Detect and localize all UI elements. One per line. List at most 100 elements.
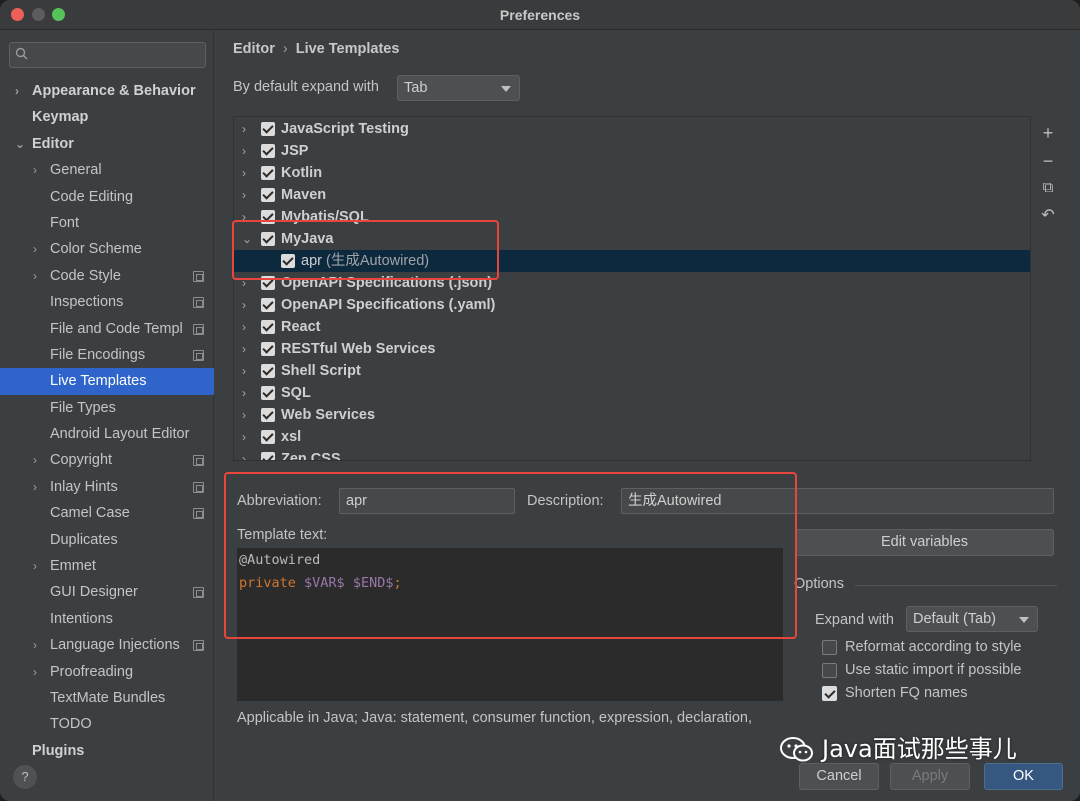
template-group-row[interactable]: › React [234,316,1030,338]
template-group-row[interactable]: › OpenAPI Specifications (.yaml) [234,294,1030,316]
chevron-right-icon[interactable]: › [242,140,246,162]
add-icon[interactable]: + [1039,124,1057,142]
enabled-checkbox[interactable] [261,166,275,180]
chevron-right-icon[interactable]: › [242,162,246,184]
sidebar-item-editor[interactable]: ⌄ Editor [0,131,214,157]
enabled-checkbox[interactable] [261,364,275,378]
chevron-right-icon[interactable]: › [242,360,246,382]
chevron-right-icon[interactable]: › [242,404,246,426]
chevron-right-icon[interactable]: › [242,272,246,294]
template-text-editor[interactable]: @Autowired private $VAR$ $END$; [237,548,783,701]
remove-icon[interactable]: − [1039,152,1057,170]
template-group-row[interactable]: › JSP [234,140,1030,162]
chevron-right-icon[interactable]: › [242,316,246,338]
sidebar-item-camel-case[interactable]: Camel Case [0,500,214,526]
sidebar-item-plugins[interactable]: Plugins [0,738,214,764]
copy-icon[interactable]: ⧉ [1039,179,1057,197]
option-checkbox[interactable] [822,663,837,678]
enabled-checkbox[interactable] [261,386,275,400]
template-group-row[interactable]: › Shell Script [234,360,1030,382]
sidebar-item-emmet[interactable]: › Emmet [0,553,214,579]
chevron-right-icon[interactable]: › [242,294,246,316]
chevron-right-icon[interactable]: › [242,448,246,460]
chevron-right-icon[interactable]: › [242,426,246,448]
edit-variables-button[interactable]: Edit variables [795,529,1054,556]
template-row[interactable]: apr (生成Autowired) [234,250,1030,272]
sidebar-item-file-types[interactable]: File Types [0,395,214,421]
sidebar-item-file-encodings[interactable]: File Encodings [0,342,214,368]
sidebar-item-gui-designer[interactable]: GUI Designer [0,579,214,605]
sidebar-item-android-layout-editor[interactable]: Android Layout Editor [0,421,214,447]
sidebar-item-textmate-bundles[interactable]: TextMate Bundles [0,685,214,711]
template-group-row[interactable]: ⌄ MyJava [234,228,1030,250]
settings-search-input[interactable] [9,42,206,68]
sidebar-item-proofreading[interactable]: › Proofreading [0,659,214,685]
template-group-row[interactable]: › Web Services [234,404,1030,426]
applicable-contexts[interactable]: Applicable in Java; Java: statement, con… [237,710,752,726]
template-group-row[interactable]: › Zen CSS [234,448,1030,460]
enabled-checkbox[interactable] [261,144,275,158]
sidebar-item-file-and-code-templ[interactable]: File and Code Templ [0,316,214,342]
sidebar-item-color-scheme[interactable]: › Color Scheme [0,236,214,262]
ok-button[interactable]: OK [984,763,1063,790]
sidebar-item-font[interactable]: Font [0,210,214,236]
template-group-row[interactable]: › OpenAPI Specifications (.json) [234,272,1030,294]
abbreviation-input[interactable]: apr [339,488,515,514]
template-group-row[interactable]: › Maven [234,184,1030,206]
enabled-checkbox[interactable] [261,408,275,422]
sidebar-item-appearance-behavior[interactable]: › Appearance & Behavior [0,78,214,104]
sidebar-item-todo[interactable]: TODO [0,711,214,737]
template-group-row[interactable]: › JavaScript Testing [234,118,1030,140]
enabled-checkbox[interactable] [261,430,275,444]
template-group-row[interactable]: › Mybatis/SQL [234,206,1030,228]
chevron-right-icon[interactable]: › [242,184,246,206]
chevron-right-icon[interactable]: › [15,78,27,104]
apply-button[interactable]: Apply [890,763,970,790]
template-group-row[interactable]: › RESTful Web Services [234,338,1030,360]
enabled-checkbox[interactable] [261,298,275,312]
chevron-right-icon[interactable]: › [33,447,45,473]
chevron-right-icon[interactable]: › [33,474,45,500]
enabled-checkbox[interactable] [281,254,295,268]
sidebar-item-inlay-hints[interactable]: › Inlay Hints [0,474,214,500]
chevron-right-icon[interactable]: › [242,382,246,404]
sidebar-item-general[interactable]: › General [0,157,214,183]
enabled-checkbox[interactable] [261,188,275,202]
chevron-right-icon[interactable]: › [33,236,45,262]
enabled-checkbox[interactable] [261,210,275,224]
enabled-checkbox[interactable] [261,320,275,334]
chevron-right-icon[interactable]: › [242,338,246,360]
template-group-row[interactable]: › SQL [234,382,1030,404]
default-expand-select[interactable]: Tab [397,75,520,101]
template-group-row[interactable]: › xsl [234,426,1030,448]
option-checkbox[interactable] [822,640,837,655]
sidebar-item-code-style[interactable]: › Code Style [0,263,214,289]
chevron-right-icon[interactable]: › [33,263,45,289]
breadcrumb-parent[interactable]: Editor [233,41,275,57]
sidebar-item-duplicates[interactable]: Duplicates [0,527,214,553]
chevron-right-icon[interactable]: › [242,118,246,140]
enabled-checkbox[interactable] [261,276,275,290]
chevron-right-icon[interactable]: › [242,206,246,228]
option-checkbox[interactable] [822,686,837,701]
enabled-checkbox[interactable] [261,342,275,356]
chevron-down-icon[interactable]: ⌄ [242,228,252,250]
chevron-down-icon[interactable]: ⌄ [15,131,27,157]
restore-icon[interactable]: ↶ [1039,207,1057,225]
template-group-row[interactable]: › Kotlin [234,162,1030,184]
sidebar-item-language-injections[interactable]: › Language Injections [0,632,214,658]
sidebar-item-copyright[interactable]: › Copyright [0,447,214,473]
expand-with-select[interactable]: Default (Tab) [906,606,1038,632]
sidebar-item-live-templates[interactable]: Live Templates [0,368,214,395]
cancel-button[interactable]: Cancel [799,763,879,790]
enabled-checkbox[interactable] [261,122,275,136]
enabled-checkbox[interactable] [261,232,275,246]
enabled-checkbox[interactable] [261,452,275,460]
sidebar-item-intentions[interactable]: Intentions [0,606,214,632]
sidebar-item-keymap[interactable]: Keymap [0,104,214,130]
help-button[interactable]: ? [13,765,37,789]
chevron-right-icon[interactable]: › [33,553,45,579]
sidebar-item-inspections[interactable]: Inspections [0,289,214,315]
sidebar-item-code-editing[interactable]: Code Editing [0,184,214,210]
description-input[interactable]: 生成Autowired [621,488,1054,514]
